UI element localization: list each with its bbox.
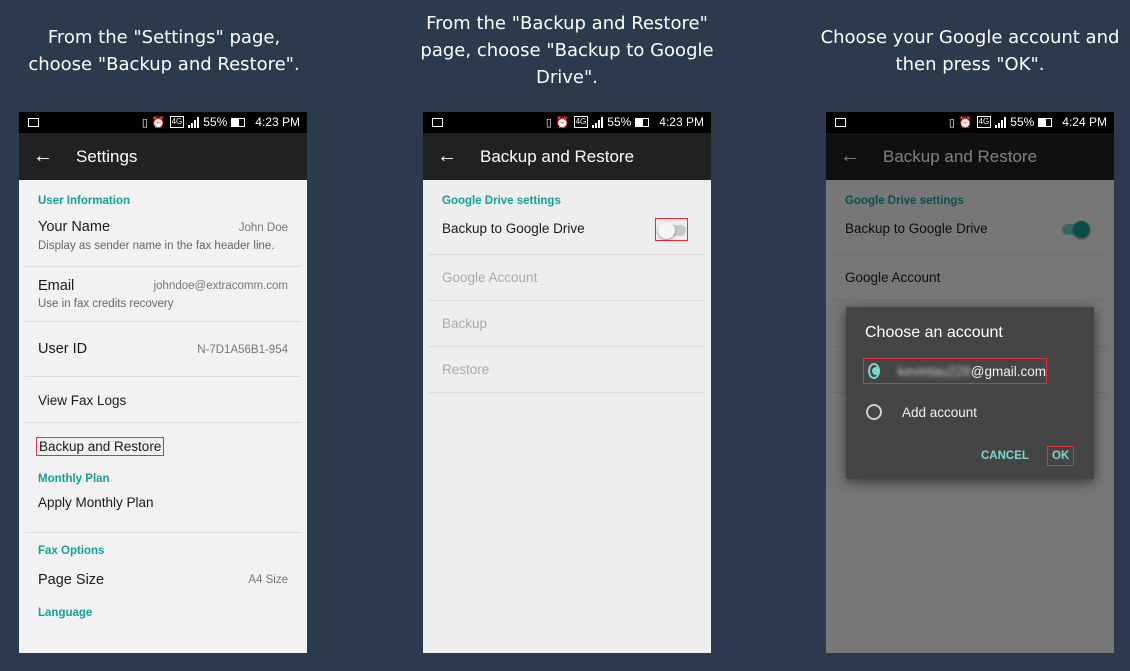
back-arrow-icon[interactable]: ←: [425, 145, 469, 168]
picture-notification-icon: [835, 118, 846, 127]
backup-toggle-switch[interactable]: [655, 218, 688, 241]
setting-backup-to-google-drive[interactable]: Backup to Google Drive: [429, 209, 705, 255]
setting-user-id[interactable]: User ID N-7D1A56B1-954: [25, 322, 301, 377]
dialog-title: Choose an account: [865, 324, 1003, 341]
phone-choose-account-screen: ▯ ⏰ 4G 55% 4:24 PM ← Backup and Restore …: [826, 112, 1114, 653]
clock: 4:24 PM: [1062, 115, 1107, 129]
signal-icon: [592, 116, 604, 128]
radio-unselected-icon[interactable]: [866, 404, 882, 420]
app-bar: ← Backup and Restore: [423, 133, 711, 180]
caption-step-1: From the "Settings" page, choose "Backup…: [28, 27, 300, 75]
battery-percent: 55%: [1010, 115, 1035, 129]
battery-percent: 55%: [607, 115, 632, 129]
google-account-label: Google Account: [442, 270, 538, 285]
section-header-google-drive-settings: Google Drive settings: [442, 195, 561, 207]
view-fax-logs-label: View Fax Logs: [38, 393, 127, 408]
account-email: kevintau228@gmail.com: [898, 364, 1046, 379]
vibrate-icon: ▯: [948, 116, 955, 129]
email-label: Email: [38, 278, 75, 294]
section-header-fax-options: Fax Options: [38, 545, 105, 557]
backup-label: Backup: [442, 316, 488, 331]
alarm-icon: ⏰: [151, 116, 166, 129]
picture-notification-icon: [28, 118, 39, 127]
clock: 4:23 PM: [659, 115, 704, 129]
app-bar: ← Settings: [19, 133, 307, 180]
section-header-monthly-plan: Monthly Plan: [38, 473, 110, 485]
account-username-blurred: kevintau228: [897, 363, 971, 379]
signal-icon: [188, 116, 200, 128]
vibrate-icon: ▯: [545, 116, 552, 129]
setting-backup-and-restore[interactable]: Backup and Restore: [25, 423, 301, 469]
alarm-icon: ⏰: [958, 116, 973, 129]
account-option-gmail[interactable]: kevintau228@gmail.com: [863, 358, 1047, 384]
phone-backup-restore-screen: ▯ ⏰ 4G 55% 4:23 PM ← Backup and Restore …: [423, 112, 711, 653]
add-account-label: Add account: [902, 404, 978, 420]
choose-account-dialog: Choose an account kevintau228@gmail.com …: [846, 307, 1094, 479]
setting-your-name[interactable]: Your Name John Doe Display as sender nam…: [25, 211, 301, 267]
battery-icon: [231, 117, 246, 127]
section-header-language: Language: [38, 607, 93, 619]
battery-icon: [635, 117, 650, 127]
status-bar: ▯ ⏰ 4G 55% 4:23 PM: [423, 112, 711, 133]
network-4g-icon: 4G: [573, 116, 589, 128]
battery-icon: [1038, 117, 1053, 127]
add-account-option[interactable]: Add account: [862, 399, 977, 425]
toggle-knob: [658, 222, 675, 239]
your-name-description: Display as sender name in the fax header…: [38, 240, 275, 252]
restore-label: Restore: [442, 362, 490, 377]
phone-settings-screen: ▯ ⏰ 4G 55% 4:23 PM ← Settings User Infor…: [19, 112, 307, 653]
page-title: Settings: [76, 146, 138, 166]
account-domain: @gmail.com: [970, 363, 1046, 379]
status-bar: ▯ ⏰ 4G 55% 4:23 PM: [19, 112, 307, 133]
your-name-label: Your Name: [38, 219, 111, 235]
backup-list: Google Drive settings Backup to Google D…: [423, 195, 711, 393]
setting-restore: Restore: [429, 347, 705, 393]
setting-backup: Backup: [429, 301, 705, 347]
ok-button[interactable]: OK: [1047, 446, 1075, 466]
vibrate-icon: ▯: [141, 116, 148, 129]
page-title: Backup and Restore: [480, 146, 635, 166]
status-bar: ▯ ⏰ 4G 55% 4:24 PM: [826, 112, 1114, 133]
back-arrow-icon[interactable]: ←: [21, 145, 65, 168]
setting-email[interactable]: Email johndoe@extracomm.com Use in fax c…: [25, 267, 301, 322]
battery-percent: 55%: [203, 115, 228, 129]
setting-page-size[interactable]: Page Size A4 Size: [25, 557, 301, 607]
user-id-value: N-7D1A56B1-954: [197, 344, 288, 356]
network-4g-icon: 4G: [976, 116, 992, 128]
setting-google-account: Google Account: [429, 255, 705, 301]
page-size-label: Page Size: [38, 572, 105, 588]
clock: 4:23 PM: [255, 115, 300, 129]
network-4g-icon: 4G: [169, 116, 185, 128]
apply-monthly-plan-label: Apply Monthly Plan: [38, 495, 154, 510]
signal-icon: [995, 116, 1007, 128]
user-id-label: User ID: [38, 341, 88, 357]
setting-view-fax-logs[interactable]: View Fax Logs: [25, 377, 301, 423]
picture-notification-icon: [432, 118, 443, 127]
backup-to-google-drive-label: Backup to Google Drive: [442, 221, 585, 236]
alarm-icon: ⏰: [555, 116, 570, 129]
email-value: johndoe@extracomm.com: [153, 280, 288, 292]
page-size-value: A4 Size: [248, 574, 288, 586]
email-description: Use in fax credits recovery: [38, 298, 174, 310]
section-header-user-information: User Information: [38, 195, 131, 207]
your-name-value: John Doe: [238, 222, 288, 234]
caption-step-2: From the "Backup and Restore" page, choo…: [420, 13, 714, 88]
cancel-button[interactable]: CANCEL: [981, 450, 1029, 462]
caption-step-3: Choose your Google account and then pres…: [820, 27, 1120, 75]
setting-apply-monthly-plan[interactable]: Apply Monthly Plan: [25, 485, 301, 533]
radio-selected-icon[interactable]: [868, 363, 880, 379]
backup-and-restore-label: Backup and Restore: [36, 437, 165, 456]
settings-list: User Information Your Name John Doe Disp…: [19, 195, 307, 619]
